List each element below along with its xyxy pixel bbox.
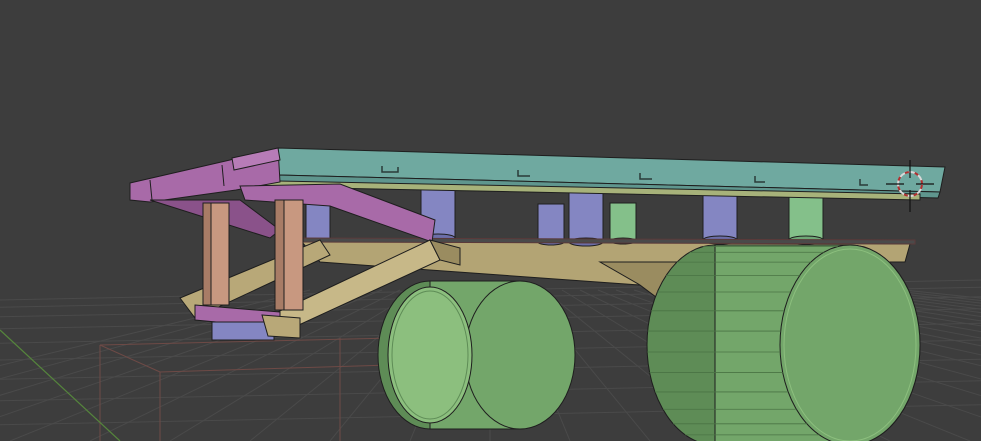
green-post [609, 202, 637, 245]
salmon-leg [274, 199, 304, 311]
tan-foot-bar [261, 314, 301, 339]
bounding-box-wire [99, 337, 391, 441]
blue-post [568, 189, 604, 247]
green-post [788, 195, 824, 245]
wheel-rear [377, 280, 576, 430]
scene-canvas[interactable] [0, 0, 981, 441]
blue-post [702, 193, 738, 245]
3d-viewport[interactable] [0, 0, 981, 441]
blue-post [305, 203, 331, 243]
salmon-leg [202, 202, 230, 306]
wheel-front [646, 244, 921, 441]
